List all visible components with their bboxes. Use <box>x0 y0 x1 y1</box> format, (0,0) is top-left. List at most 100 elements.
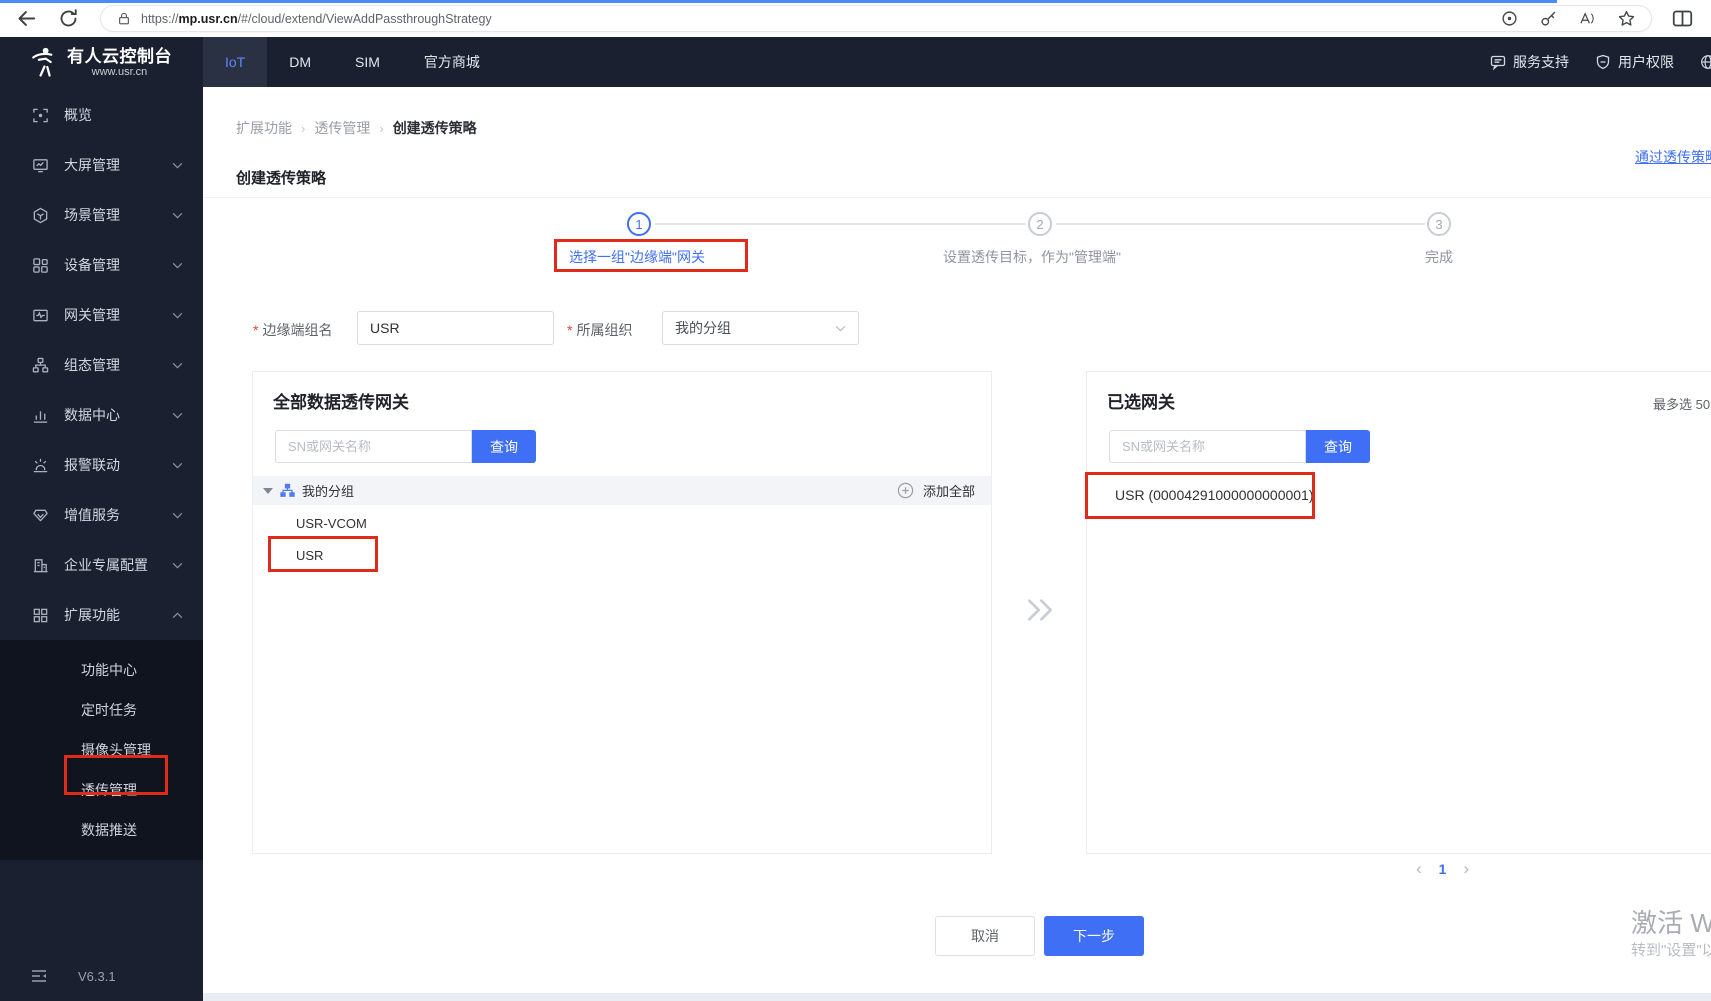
gateway-row-usr-vcom[interactable]: USR-VCOM <box>253 508 991 538</box>
breadcrumb-item-passthrough[interactable]: 透传管理 <box>314 118 370 138</box>
step-number: 2 <box>1036 216 1044 232</box>
sidebar: 概览 大屏管理 场景管理 设备管理 网关管理 组态管理 数据中心 报警联动 增值… <box>0 87 203 1001</box>
sidebar-label: 场景管理 <box>64 207 120 223</box>
sidebar-item-datacenter[interactable]: 数据中心 <box>0 390 203 440</box>
chevron-down-icon <box>835 325 846 332</box>
header-right-menu: 服务支持 用户权限 English <box>1490 37 1711 87</box>
header-nav: IoT DM SIM 官方商城 <box>203 37 502 87</box>
page-next-button[interactable]: › <box>1463 859 1469 879</box>
add-all-button[interactable]: 添加全部 <box>897 481 975 500</box>
chevron-down-icon <box>172 212 183 219</box>
password-key-icon[interactable] <box>1540 10 1557 27</box>
sidebar-item-scada[interactable]: 组态管理 <box>0 340 203 390</box>
selection-limit-note: 最多选 50 <box>1653 397 1711 412</box>
group-name-label: * 边缘端组名 <box>253 322 333 338</box>
left-search-input[interactable] <box>275 430 472 463</box>
add-all-label: 添加全部 <box>922 484 975 499</box>
language-menu-item[interactable]: English <box>1700 54 1711 70</box>
plus-circle-icon <box>897 482 914 499</box>
submenu-item-passthrough[interactable]: 透传管理 <box>0 770 203 810</box>
sidebar-label: 大屏管理 <box>64 157 120 173</box>
sidebar-label: 扩展功能 <box>64 607 120 623</box>
bottom-strip <box>203 993 1711 1001</box>
sidebar-item-overview[interactable]: 概览 <box>0 90 203 140</box>
page-title: 创建透传策略 <box>236 170 327 187</box>
scada-icon <box>32 357 49 372</box>
nav-tab-sim[interactable]: SIM <box>333 37 402 87</box>
group-tree-row[interactable]: 我的分组 添加全部 <box>253 476 991 505</box>
breadcrumb-item-current: 创建透传策略 <box>392 120 477 136</box>
browser-refresh-icon[interactable] <box>58 8 79 29</box>
right-search-input[interactable] <box>1109 430 1306 463</box>
submenu-item-data-push[interactable]: 数据推送 <box>0 810 203 850</box>
scene-icon <box>33 207 48 223</box>
sidebar-item-device[interactable]: 设备管理 <box>0 240 203 290</box>
step-number: 3 <box>1435 216 1443 232</box>
gateway-row-usr[interactable]: USR <box>253 540 991 570</box>
breadcrumb-separator: › <box>379 120 384 136</box>
split-screen-icon[interactable] <box>1672 8 1693 29</box>
geolocation-icon[interactable] <box>1501 10 1518 27</box>
sidebar-item-extend[interactable]: 扩展功能 <box>0 590 203 640</box>
vas-icon <box>33 509 48 521</box>
address-bar[interactable]: https://mp.usr.cn/#/cloud/extend/ViewAdd… <box>100 5 1652 32</box>
device-icon <box>33 257 48 273</box>
sidebar-item-vas[interactable]: 增值服务 <box>0 490 203 540</box>
sidebar-item-alarm[interactable]: 报警联动 <box>0 440 203 490</box>
chevron-down-icon <box>172 162 183 169</box>
step-2-label: 设置透传目标，作为"管理端" <box>943 249 1121 265</box>
org-select[interactable]: 我的分组 <box>662 311 859 345</box>
breadcrumb-separator: › <box>301 120 306 136</box>
nav-tab-iot[interactable]: IoT <box>203 37 268 87</box>
passthrough-help-link[interactable]: 通过透传策略 <box>1635 147 1711 167</box>
sidebar-item-scene[interactable]: 场景管理 <box>0 190 203 240</box>
tree-expand-caret-icon[interactable] <box>263 487 273 494</box>
sidebar-item-bigscreen[interactable]: 大屏管理 <box>0 140 203 190</box>
step-3-circle: 3 <box>1427 212 1451 236</box>
permission-menu-item[interactable]: 用户权限 <box>1595 52 1674 72</box>
all-gateways-title: 全部数据透传网关 <box>273 393 409 412</box>
app-subtitle: www.usr.cn <box>91 65 148 78</box>
left-query-button[interactable]: 查询 <box>472 430 536 463</box>
activate-windows-watermark-sub: 转到"设置"以激活 Windows。 <box>1631 942 1711 959</box>
sidebar-label: 组态管理 <box>64 357 120 373</box>
step-1-label: 选择一组"边缘端"网关 <box>569 249 705 265</box>
page-prev-button[interactable]: ‹ <box>1416 859 1422 879</box>
chevron-down-icon <box>172 312 183 319</box>
chevron-down-icon <box>172 262 183 269</box>
read-aloud-icon[interactable] <box>1579 10 1596 27</box>
sidebar-label: 数据中心 <box>64 407 120 423</box>
submenu-item-scheduled-tasks[interactable]: 定时任务 <box>0 690 203 730</box>
collapse-sidebar-icon[interactable] <box>30 968 48 984</box>
sidebar-label: 增值服务 <box>64 507 120 523</box>
nav-tab-dm[interactable]: DM <box>267 37 333 87</box>
page-current[interactable]: 1 <box>1439 861 1447 877</box>
app-header: 有人云控制台 www.usr.cn IoT DM SIM 官方商城 服务支持 用… <box>0 37 1711 87</box>
sidebar-label: 设备管理 <box>64 257 120 273</box>
alarm-icon <box>33 458 48 472</box>
breadcrumb-item-extend[interactable]: 扩展功能 <box>236 118 292 138</box>
support-label: 服务支持 <box>1513 54 1569 70</box>
nav-tab-mall[interactable]: 官方商城 <box>402 37 502 87</box>
favorite-star-icon[interactable] <box>1618 10 1635 27</box>
usr-person-logo-icon <box>32 47 53 77</box>
selected-gateway-row[interactable]: USR (00004291000000000001) <box>1087 472 1711 518</box>
globe-icon <box>1701 55 1711 69</box>
step-number: 1 <box>635 216 643 232</box>
transfer-right-icon[interactable] <box>1024 594 1056 626</box>
right-query-button[interactable]: 查询 <box>1306 430 1370 463</box>
submenu-item-function-center[interactable]: 功能中心 <box>0 650 203 690</box>
next-step-button[interactable]: 下一步 <box>1044 916 1144 956</box>
support-menu-item[interactable]: 服务支持 <box>1490 52 1569 72</box>
sidebar-item-enterprise[interactable]: 企业专属配置 <box>0 540 203 590</box>
app-logo[interactable]: 有人云控制台 www.usr.cn <box>0 37 203 87</box>
app-title: 有人云控制台 <box>67 46 172 66</box>
selected-gateways-panel: 已选网关 最多选 50 查询 USR (00004291000000000001… <box>1085 371 1711 854</box>
cancel-button[interactable]: 取消 <box>935 916 1035 956</box>
submenu-item-camera[interactable]: 摄像头管理 <box>0 730 203 770</box>
chevron-down-icon <box>172 562 183 569</box>
browser-back-icon[interactable] <box>16 8 37 29</box>
group-name-input[interactable] <box>357 311 554 345</box>
required-asterisk: * <box>253 322 259 338</box>
sidebar-item-gateway[interactable]: 网关管理 <box>0 290 203 340</box>
